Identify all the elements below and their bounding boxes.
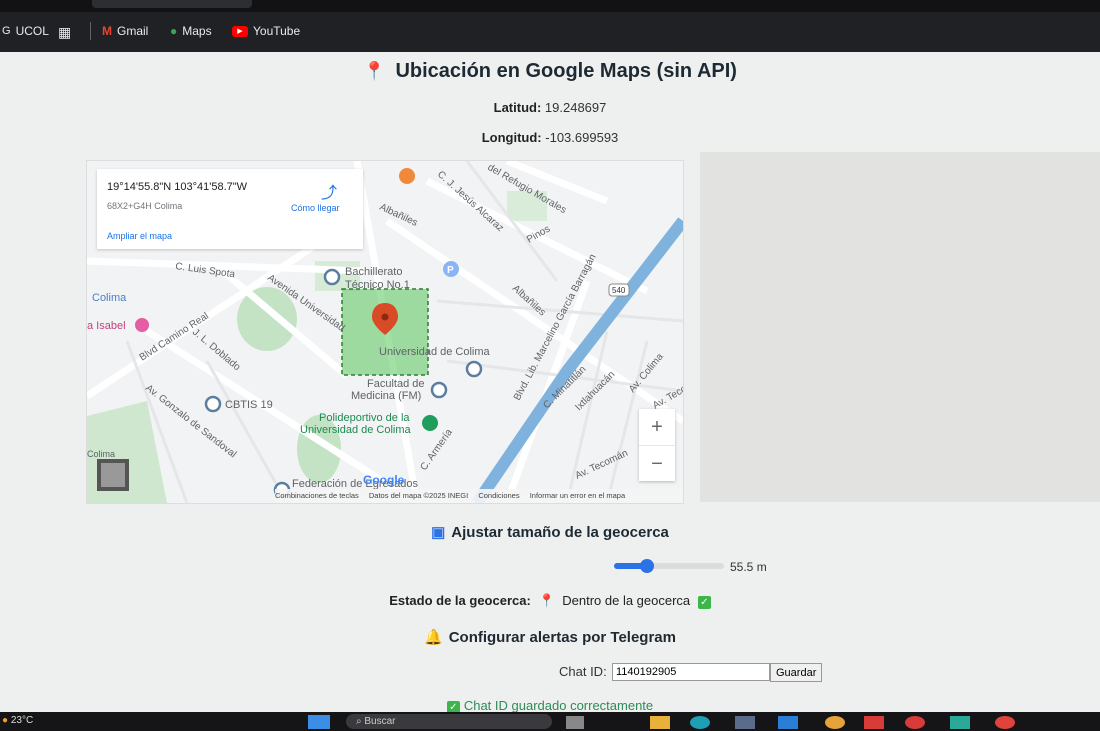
parking-poi-label: P: [447, 265, 454, 276]
bookmark-gmail[interactable]: M Gmail: [102, 24, 148, 38]
bookmark-separator: [90, 22, 91, 40]
poi-label-polideportivo: Polideportivo de la: [319, 412, 410, 424]
longitude-value: -103.699593: [545, 130, 619, 145]
map-pin-icon: 📍: [363, 61, 386, 81]
school-poi-icon[interactable]: [323, 268, 341, 286]
gmail-taskbar-icon[interactable]: [864, 716, 884, 729]
poi-label-cbtis: CBTIS 19: [225, 399, 273, 411]
qr-code-pattern: [101, 463, 125, 487]
poi-label-facultad-2: Medicina (FM): [351, 390, 421, 402]
file-explorer-icon[interactable]: [650, 716, 670, 729]
keyboard-shortcuts-link[interactable]: Combinaciones de teclas: [275, 491, 359, 500]
apps-grid-button[interactable]: ▦: [58, 24, 71, 41]
page-content: 📍 Ubicación en Google Maps (sin API) Lati…: [0, 52, 1100, 712]
place-info-card: 19°14'55.8"N 103°41'58.7"W 68X2+G4H Coli…: [97, 169, 363, 249]
os-taskbar: ● 23°C ⌕ Buscar: [0, 712, 1100, 731]
map-data-credit: Datos del mapa ©2025 INEGI: [368, 491, 469, 500]
facultad-poi-icon[interactable]: [430, 381, 448, 399]
card-pluscode: 68X2+G4H Colima: [107, 201, 183, 211]
gmail-icon: M: [102, 24, 112, 38]
geofence-size-value: 55.5 m: [730, 560, 767, 574]
report-error-link[interactable]: Informar un error en el mapa: [530, 491, 625, 500]
store-icon[interactable]: [735, 716, 755, 729]
map-book-icon: ▣: [431, 524, 446, 541]
longitude-line: Longitud: -103.699593: [0, 130, 1100, 145]
poi-label-bachillerato: Bachillerato: [345, 266, 402, 278]
telegram-heading: 🔔 Configurar alertas por Telegram: [424, 629, 676, 646]
bookmark-youtube[interactable]: ▶ YouTube: [232, 24, 300, 38]
bookmarks-bar: G UCOL ▦ M Gmail ● Maps ▶ YouTube: [0, 0, 1100, 52]
status-pin-icon: 📍: [538, 593, 555, 608]
mail-icon[interactable]: [778, 716, 798, 729]
windows-start-icon[interactable]: [308, 715, 330, 729]
taskbar-search[interactable]: ⌕ Buscar: [346, 714, 552, 729]
poi-label-bachillerato-2: Técnico No.1: [345, 279, 410, 291]
ucol-icon: G: [2, 25, 11, 37]
longitude-label: Longitud:: [481, 130, 542, 145]
edge-icon[interactable]: [690, 716, 710, 729]
terms-link[interactable]: Condiciones: [478, 491, 519, 500]
polideportivo-poi-icon[interactable]: [422, 415, 438, 431]
map-footer: Combinaciones de teclas Datos del mapa ©…: [275, 489, 683, 503]
app-icon-teal[interactable]: [950, 716, 970, 729]
universidad-poi-icon[interactable]: [465, 360, 483, 378]
zoom-out-button[interactable]: −: [639, 445, 675, 482]
secondary-panel: [700, 152, 1100, 502]
isabel-poi-icon[interactable]: [135, 318, 149, 332]
check-icon: ✓: [697, 596, 711, 609]
chrome-icon[interactable]: [995, 716, 1015, 729]
marker-dot: [381, 313, 389, 321]
place-label-colima-small: Colima: [87, 449, 115, 459]
bell-icon: 🔔: [424, 629, 443, 646]
app-icon[interactable]: [825, 716, 845, 729]
enlarge-map-link[interactable]: Ampliar el mapa: [107, 231, 172, 241]
google-map-embed[interactable]: P 540 del Refugio Morales C. J. Jesús Al…: [86, 160, 684, 504]
page-title: 📍 Ubicación en Google Maps (sin API): [363, 60, 737, 82]
latitude-label: Latitud:: [493, 100, 542, 115]
poi-label-polideportivo-2: Universidad de Colima: [300, 424, 412, 436]
poi-label-universidad: Universidad de Colima: [379, 346, 491, 358]
chat-id-input[interactable]: [612, 663, 770, 681]
highway-number: 540: [612, 286, 626, 295]
bookmark-maps[interactable]: ● Maps: [170, 24, 212, 38]
maps-icon: ●: [170, 24, 178, 38]
save-chat-id-button[interactable]: Guardar: [770, 663, 823, 682]
restaurant-poi-icon[interactable]: [399, 168, 415, 184]
app-icon-red[interactable]: [905, 716, 925, 729]
weather-widget[interactable]: ● 23°C: [2, 715, 33, 726]
latitude-value: 19.248697: [544, 100, 607, 115]
geofence-status-line: Estado de la geocerca: 📍 Dentro de la ge…: [0, 593, 1100, 609]
google-logo: Google: [363, 473, 405, 487]
card-coordinates: 19°14'55.8"N 103°41'58.7"W: [107, 181, 248, 193]
geofence-status-value: Dentro de la geocerca: [562, 593, 691, 608]
chat-id-label: Chat ID:: [559, 664, 607, 679]
zoom-in-button[interactable]: +: [639, 409, 675, 445]
apps-grid-icon: ▦: [58, 24, 72, 40]
place-label-isabel: a Isabel: [87, 320, 126, 332]
geofence-heading: ▣ Ajustar tamaño de la geocerca: [431, 524, 669, 541]
active-tab-fragment[interactable]: [92, 0, 252, 8]
saved-message: ✓ Chat ID guardado correctamente: [0, 698, 1100, 712]
geofence-status-label: Estado de la geocerca:: [389, 593, 531, 608]
directions-link[interactable]: Cómo llegar: [291, 203, 340, 213]
check-icon: ✓: [446, 701, 460, 712]
bookmark-ucol[interactable]: G UCOL: [2, 24, 49, 38]
latitude-line: Latitud: 19.248697: [0, 100, 1100, 115]
place-label-colima: Colima: [92, 292, 127, 304]
youtube-icon: ▶: [232, 25, 248, 37]
geofence-size-slider[interactable]: [614, 559, 724, 573]
zoom-controls: + −: [639, 409, 675, 481]
poi-label-facultad: Facultad de: [367, 378, 424, 390]
slider-handle[interactable]: [640, 559, 654, 573]
cbtis-poi-icon[interactable]: [204, 395, 222, 413]
weather-icon: ●: [2, 715, 9, 726]
taskview-icon[interactable]: [566, 716, 584, 729]
directions-icon[interactable]: ⤴: [321, 179, 337, 203]
search-icon: ⌕: [356, 716, 362, 727]
